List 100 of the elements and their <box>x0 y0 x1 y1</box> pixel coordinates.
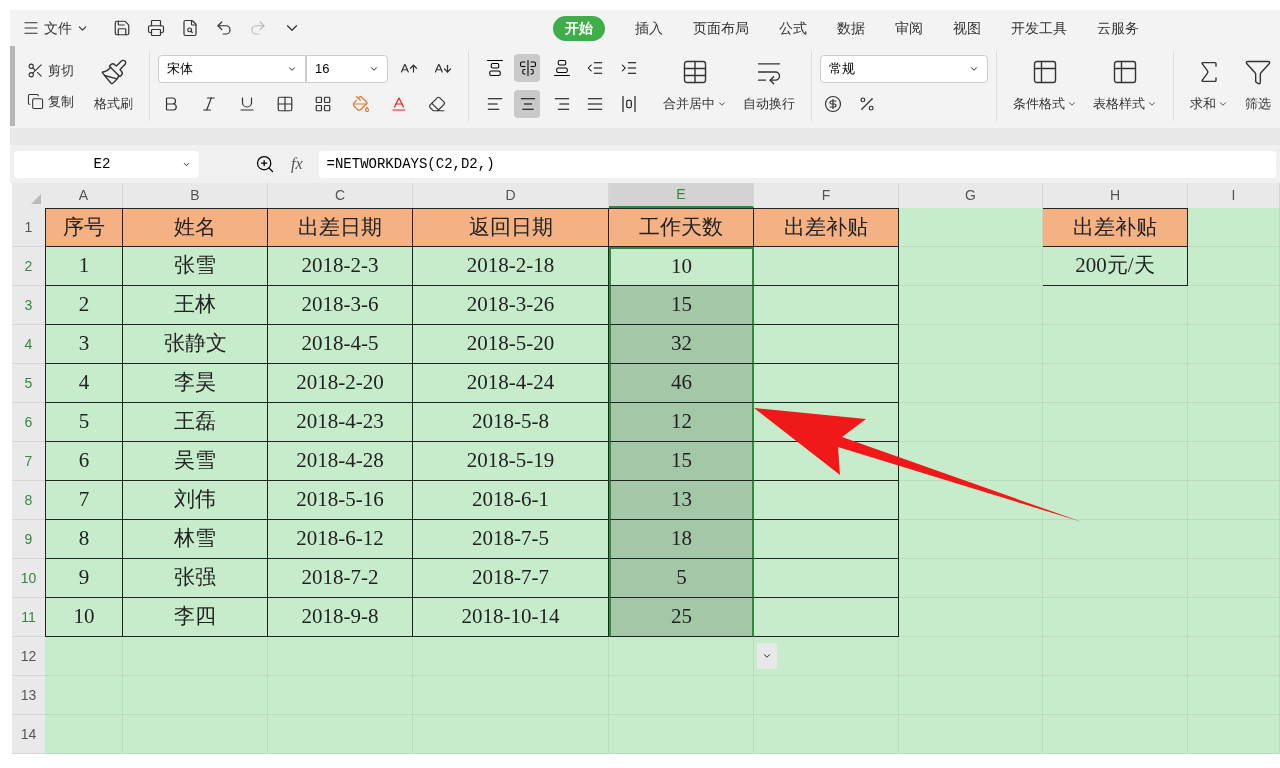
align-icon <box>586 59 605 77</box>
row-header[interactable]: 1 <box>12 208 45 247</box>
align-icon <box>552 59 571 77</box>
row-header[interactable]: 3 <box>12 286 45 325</box>
conditional-format-button[interactable]: 条件格式 <box>1005 58 1086 114</box>
table-cell: 2018-7-5 <box>413 520 609 559</box>
align-button[interactable] <box>514 54 540 82</box>
table-style-button[interactable]: 表格样式 <box>1085 58 1166 114</box>
zoom-icon[interactable] <box>255 154 275 174</box>
table-cell: 6 <box>45 442 123 481</box>
table-cell: 2018-6-12 <box>268 520 413 559</box>
table-cell: 200元/天 <box>1043 247 1188 286</box>
align-button[interactable] <box>514 90 540 118</box>
sum-button[interactable]: 求和 <box>1181 58 1236 114</box>
align-icon <box>485 95 504 113</box>
table-cell: 张静文 <box>123 325 268 364</box>
save-icon <box>113 19 131 37</box>
font-size-field[interactable]: 16 <box>305 55 388 83</box>
cut-button[interactable]: 剪切 <box>23 60 78 80</box>
chevron-down-icon <box>717 99 728 109</box>
ribbon-tab[interactable]: 插入 <box>635 15 663 41</box>
table-cell: 姓名 <box>123 208 268 247</box>
ribbon-tab[interactable]: 公式 <box>779 15 807 41</box>
table-cell: 2018-10-14 <box>413 598 609 637</box>
chevron-down-icon <box>762 651 772 661</box>
table-cell: 2018-2-20 <box>268 364 413 403</box>
ribbon-tab[interactable]: 数据 <box>837 15 865 41</box>
chevron-down-icon <box>1147 99 1158 109</box>
row-header[interactable]: 12 <box>12 637 45 676</box>
table-cell: 1 <box>45 247 123 286</box>
table-cell: 序号 <box>45 208 123 247</box>
table-cell: 15 <box>609 442 754 481</box>
ribbon-tab[interactable]: 视图 <box>953 15 981 41</box>
filter-button[interactable]: 筛选 <box>1235 58 1280 114</box>
table-cell: 王林 <box>123 286 268 325</box>
table-cell: 5 <box>609 559 754 598</box>
table-cell: 25 <box>609 598 754 637</box>
row-header[interactable]: 8 <box>12 481 45 520</box>
formula-field[interactable]: =NETWORKDAYS(C2,D2,) <box>318 150 1276 178</box>
table-cell: 张强 <box>123 559 268 598</box>
table-cell: 9 <box>45 559 123 598</box>
row-header[interactable]: 6 <box>12 403 45 442</box>
row-header[interactable]: 11 <box>12 598 45 637</box>
filter-icon <box>1243 58 1272 87</box>
table-cell: 2018-7-2 <box>268 559 413 598</box>
printer-icon <box>147 19 165 37</box>
layout-icon <box>313 95 332 113</box>
copy-button[interactable]: 复制 <box>23 92 78 112</box>
row-header[interactable]: 14 <box>12 715 45 754</box>
row-header[interactable]: 9 <box>12 520 45 559</box>
table-cell: 12 <box>609 403 754 442</box>
align-icon <box>619 59 638 77</box>
merge-center-button[interactable]: 合并居中 <box>655 58 736 114</box>
ribbon-tab[interactable]: 审阅 <box>895 15 923 41</box>
font-name-field[interactable]: 宋体 <box>157 55 306 83</box>
row-header[interactable]: 10 <box>12 559 45 598</box>
row-header[interactable]: 4 <box>12 325 45 364</box>
name-box[interactable]: E2 <box>14 150 199 178</box>
table-cell: 2018-5-19 <box>413 442 609 481</box>
table-cell: 18 <box>609 520 754 559</box>
paintbrush-icon <box>99 58 128 87</box>
row-header[interactable]: 13 <box>12 676 45 715</box>
ribbon-tab[interactable]: 页面布局 <box>693 15 749 41</box>
table-cell: 2018-7-7 <box>413 559 609 598</box>
table-cell: 返回日期 <box>413 208 609 247</box>
table-cell: 13 <box>609 481 754 520</box>
table-cell: 5 <box>45 403 123 442</box>
table-cell: 李昊 <box>123 364 268 403</box>
file-menu[interactable]: 文件 <box>22 17 89 39</box>
redo-icon <box>249 19 267 37</box>
align-icon <box>519 95 538 113</box>
table-cell: 2 <box>45 286 123 325</box>
table-cell: 2018-5-20 <box>413 325 609 364</box>
align-icon <box>552 95 571 113</box>
number-format-field[interactable]: 常规 <box>820 55 989 83</box>
menu-icon <box>22 19 40 37</box>
table-cell: 工作天数 <box>609 208 754 247</box>
eraser-icon <box>427 95 446 113</box>
table-cell: 32 <box>609 325 754 364</box>
chevron-down-icon <box>1067 99 1078 109</box>
currency-icon <box>824 95 843 113</box>
table-cell: 刘伟 <box>123 481 268 520</box>
function-icon[interactable]: fx <box>291 152 303 176</box>
ribbon-tab[interactable]: 开发工具 <box>1011 15 1067 41</box>
row-header[interactable]: 7 <box>12 442 45 481</box>
table-cell: 8 <box>45 520 123 559</box>
table-cell: 出差补贴 <box>754 208 899 247</box>
table-cell: 吴雪 <box>123 442 268 481</box>
wrap-text-button[interactable]: 自动换行 <box>735 58 804 114</box>
format-painter-button[interactable]: 格式刷 <box>86 58 141 114</box>
row-header[interactable]: 5 <box>12 364 45 403</box>
row-header[interactable]: 2 <box>12 247 45 286</box>
table-cell: 10 <box>45 598 123 637</box>
table-cell: 10 <box>609 247 754 286</box>
table-cell: 2018-4-28 <box>268 442 413 481</box>
table-cell: 46 <box>609 364 754 403</box>
grid-icon <box>275 95 294 113</box>
chevron-down-icon <box>969 64 980 74</box>
table-cell: 2018-6-1 <box>413 481 609 520</box>
ribbon-tab[interactable]: 云服务 <box>1097 15 1139 41</box>
